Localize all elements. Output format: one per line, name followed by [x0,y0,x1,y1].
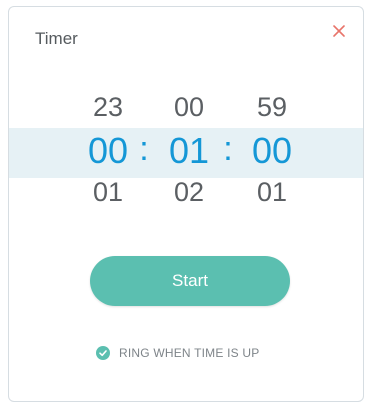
ring-option[interactable]: RING WHEN TIME IS UP [96,343,259,363]
dialog-title: Timer [35,29,78,48]
check-icon [99,350,107,357]
hours-below[interactable]: 01 [78,177,138,208]
minutes-above[interactable]: 00 [159,92,219,123]
seconds-below[interactable]: 01 [242,177,302,208]
minutes-selected[interactable]: 01 [159,130,219,172]
hours-above[interactable]: 23 [78,92,138,123]
minutes-below[interactable]: 02 [159,177,219,208]
hours-selected[interactable]: 00 [78,130,138,172]
seconds-above[interactable]: 59 [242,92,302,123]
close-icon[interactable] [330,22,348,40]
seconds-selected[interactable]: 00 [242,130,302,172]
ring-checkbox[interactable] [96,346,110,360]
ring-label: RING WHEN TIME IS UP [119,346,260,360]
start-button[interactable]: Start [90,256,290,306]
page: Timer 23 00 59 00 : 01 : 00 01 02 01 Sta… [0,0,366,405]
